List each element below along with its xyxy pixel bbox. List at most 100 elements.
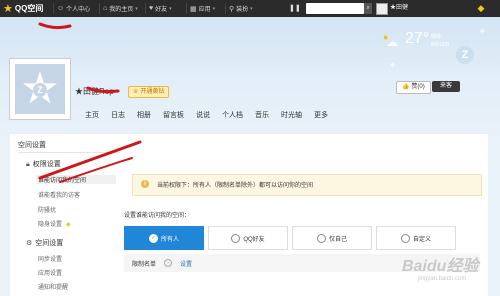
nav-apps[interactable]: ▦ 应用 ▾	[190, 0, 215, 17]
divider	[186, 3, 187, 14]
check-icon: ✓	[148, 233, 158, 243]
option-label: QQ好友	[243, 236, 265, 243]
avatar-background: ★ Z	[15, 64, 65, 114]
shirt-icon: ⚲	[229, 5, 235, 13]
sidebar-item-invisible[interactable]: 隐身设置 ◆	[38, 219, 71, 228]
option-everyone[interactable]: ✓ 所有人	[124, 226, 204, 250]
option-only-me[interactable]: 仅自己	[292, 226, 372, 250]
vip-label: 开通黄钻	[140, 89, 165, 95]
option-qq-friends[interactable]: QQ好友	[208, 226, 288, 250]
chevron-down-icon: ▾	[169, 5, 172, 12]
qzone-z-icon: Z	[33, 83, 47, 97]
divider	[53, 3, 54, 14]
group-label: 权限设置	[32, 161, 61, 168]
chevron-down-icon: ▾	[250, 5, 253, 12]
diamond-icon[interactable]: ◆	[476, 2, 486, 13]
thumbs-up-icon: 👍	[402, 84, 410, 90]
profile-tabs: 主页 日志 相册 留言板 说说 个人档 音乐 时光轴 更多	[85, 110, 340, 120]
tab-music[interactable]: 音乐	[255, 110, 269, 120]
tab-home[interactable]: 主页	[85, 110, 99, 120]
group-label: 空间设置	[35, 240, 64, 247]
red-scribble	[38, 22, 72, 30]
nav-decorate[interactable]: ⚲ 装扮 ▾	[229, 0, 253, 17]
crown-icon: ♛	[133, 89, 139, 95]
panel-title: 空间设置	[18, 142, 46, 149]
visitor-button[interactable]: 来客	[432, 81, 460, 92]
like-button[interactable]: 👍 赞(0)	[396, 81, 431, 94]
chevron-down-icon: ▾	[212, 5, 216, 12]
permission-notice: i 当前权限下：所有人（限制名单除外）都可以访问你的空间	[132, 174, 482, 196]
user-name[interactable]: ★田健	[390, 0, 408, 17]
divider	[99, 3, 100, 14]
nav-label: 个人中心	[66, 7, 91, 13]
lock-icon: 🔒︎	[26, 161, 30, 168]
nav-friends[interactable]: ♥ 好友 ▾	[149, 0, 172, 17]
sidebar-item-anti-harassment[interactable]: 防骚扰	[38, 205, 56, 214]
qzone-decoration-icon: Z	[456, 46, 474, 64]
home-icon: ⌂	[103, 5, 108, 12]
snowflake-icon: ✻	[390, 63, 396, 69]
weather-date: 8月13日	[431, 42, 450, 48]
sidebar-item-sync[interactable]: 同步设置	[38, 254, 62, 263]
profile-avatar[interactable]: ★ Z	[9, 58, 71, 120]
sidebar-item-notifications[interactable]: 通知和提醒	[38, 282, 68, 291]
profile-username: ★田健Rop	[75, 87, 114, 96]
tab-album[interactable]: 相册	[137, 110, 151, 120]
radio-icon	[400, 233, 410, 243]
music-pause-icon[interactable]: ❚❚	[289, 0, 301, 17]
nav-label: 好友	[155, 7, 168, 13]
person-icon: ☺	[57, 5, 65, 12]
nav-label: 应用	[198, 7, 211, 13]
logo-text: QQ空间	[14, 4, 44, 13]
top-navigation-bar: ★ QQ空间 ☺ 个人中心 ⌂ 我的主页 ▾ ♥ 好友 ▾ ▦ 应用 ▾ ⚲ 装…	[0, 0, 500, 17]
like-label: 赞(0)	[411, 84, 425, 90]
search-icon[interactable]: ⌕	[364, 3, 372, 14]
cloud-icon: ☁	[386, 35, 398, 49]
open-vip-button[interactable]: ♛ 开通黄钻	[128, 86, 170, 98]
diamond-icon: ◆	[66, 222, 71, 228]
access-options: ✓ 所有人 QQ好友 仅自己 自定义	[124, 226, 460, 250]
tab-profile[interactable]: 个人档	[222, 110, 243, 120]
sidebar-group-permissions[interactable]: 🔒︎ 权限设置	[26, 159, 61, 169]
tab-blog[interactable]: 日志	[111, 110, 125, 120]
divider	[145, 3, 146, 14]
sidebar-group-space-settings[interactable]: ⚙ 空间设置	[26, 238, 63, 248]
chevron-down-icon: ▾	[135, 5, 138, 12]
gear-icon: ⚙	[26, 240, 33, 247]
option-label: 所有人	[160, 236, 179, 243]
nav-my-home[interactable]: ⌂ 我的主页 ▾	[103, 0, 138, 17]
friends-icon: ♥	[149, 5, 154, 12]
info-icon: i	[141, 180, 149, 188]
blacklist-settings-link[interactable]: 设置	[180, 259, 192, 268]
divider	[225, 3, 226, 14]
apps-icon: ▦	[190, 5, 197, 13]
radio-icon	[316, 233, 326, 243]
divider	[18, 152, 120, 153]
option-label: 自定义	[412, 236, 431, 243]
snowflake-icon: ✻	[480, 29, 486, 35]
notice-text: 当前权限下：所有人（限制名单除外）都可以访问你的空间	[157, 183, 314, 189]
baidu-watermark: Baidu经验	[402, 258, 479, 275]
qzone-logo[interactable]: ★ QQ空间	[3, 2, 43, 15]
tab-message-board[interactable]: 留言板	[163, 110, 184, 120]
tab-more[interactable]: 更多	[314, 110, 328, 120]
weather-widget: ● ☁ 27° 晴转 8月13日	[383, 30, 463, 56]
temperature: 27°	[405, 30, 430, 47]
search-input[interactable]	[306, 3, 364, 14]
nav-label: 我的主页	[109, 7, 134, 13]
star-icon: ★	[3, 3, 13, 15]
radio-icon	[231, 233, 241, 243]
tab-timeline[interactable]: 时光轴	[281, 110, 302, 120]
sidebar-item-app-settings[interactable]: 应用设置	[38, 268, 62, 277]
nav-personal-center[interactable]: ☺ 个人中心	[57, 0, 90, 17]
blacklist-label: 限制名单	[132, 262, 157, 268]
help-icon[interactable]: ?	[164, 259, 172, 267]
item-label: 隐身设置	[38, 222, 63, 228]
option-label: 仅自己	[328, 236, 347, 243]
sidebar-item-who-can-visit[interactable]: 谁能访问我的空间	[36, 175, 116, 184]
avatar[interactable]	[376, 3, 388, 15]
tab-shuoshuo[interactable]: 说说	[196, 110, 210, 120]
sidebar-item-who-sees-visitors[interactable]: 谁能看我的访客	[38, 190, 80, 199]
watermark-url: jingyan.baidu.com	[418, 276, 467, 282]
option-custom[interactable]: 自定义	[376, 226, 456, 250]
